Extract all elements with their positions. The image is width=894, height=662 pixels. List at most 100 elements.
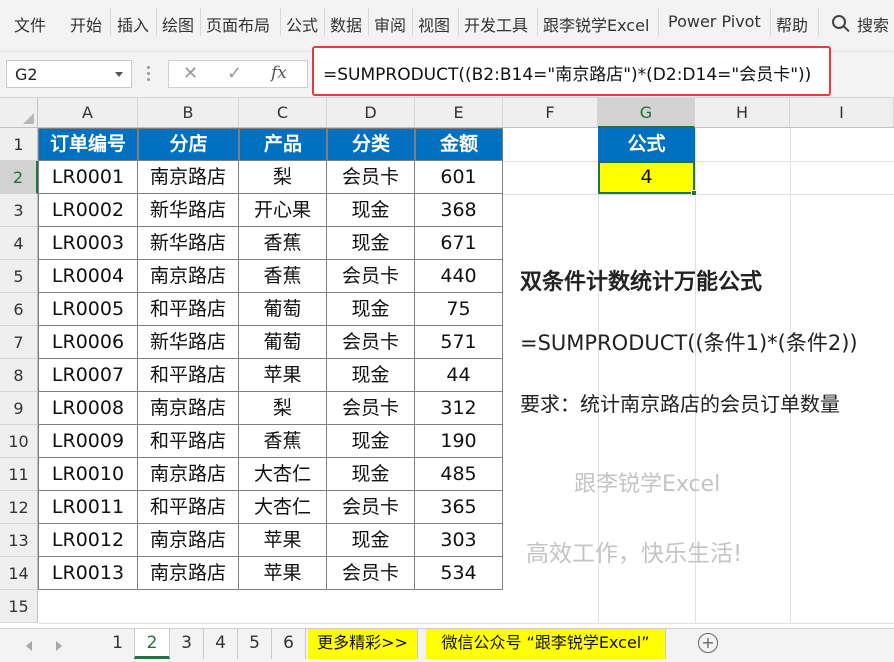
table-cell-order-id[interactable]: LR0013	[38, 557, 138, 590]
table-cell-category[interactable]: 现金	[327, 425, 415, 458]
table-cell-product[interactable]: 梨	[239, 392, 327, 425]
table-cell-product[interactable]: 大杏仁	[239, 458, 327, 491]
table-cell-order-id[interactable]: LR0006	[38, 326, 138, 359]
sheet-tab-1[interactable]: 1	[101, 629, 135, 659]
table-cell-amount[interactable]: 312	[415, 392, 503, 425]
tab-help[interactable]: 帮助	[776, 12, 808, 36]
result-cell[interactable]: 4	[598, 161, 697, 196]
table-cell-product[interactable]: 香蕉	[239, 260, 327, 293]
tab-home[interactable]: 开始	[70, 12, 102, 36]
select-all-button[interactable]	[0, 98, 38, 128]
table-cell-store[interactable]: 南京路店	[138, 557, 239, 590]
table-cell-store[interactable]: 新华路店	[138, 227, 239, 260]
tab-developer[interactable]: 开发工具	[464, 12, 528, 36]
row-header-9[interactable]: 9	[0, 392, 38, 425]
table-cell-store[interactable]: 和平路店	[138, 491, 239, 524]
check-icon[interactable]: ✓	[227, 63, 242, 84]
chevron-down-icon[interactable]	[115, 72, 123, 77]
table-cell-store[interactable]: 南京路店	[138, 161, 239, 194]
table-cell-store[interactable]: 和平路店	[138, 359, 239, 392]
insert-function-button[interactable]: fx	[271, 63, 287, 83]
table-cell-store[interactable]: 新华路店	[138, 326, 239, 359]
table-header-store[interactable]: 分店	[138, 128, 239, 161]
table-cell-category[interactable]: 现金	[327, 524, 415, 557]
table-cell-amount[interactable]: 365	[415, 491, 503, 524]
table-cell-order-id[interactable]: LR0005	[38, 293, 138, 326]
column-header-b[interactable]: B	[138, 98, 239, 128]
table-cell-order-id[interactable]: LR0009	[38, 425, 138, 458]
table-cell-category[interactable]: 会员卡	[327, 326, 415, 359]
tab-page-layout[interactable]: 页面布局	[206, 12, 270, 36]
table-cell-category[interactable]: 会员卡	[327, 557, 415, 590]
table-cell-store[interactable]: 南京路店	[138, 458, 239, 491]
table-cell-product[interactable]: 香蕉	[239, 227, 327, 260]
tab-draw[interactable]: 绘图	[162, 12, 194, 36]
table-cell-product[interactable]: 梨	[239, 161, 327, 194]
table-cell-product[interactable]: 苹果	[239, 557, 327, 590]
table-header-product[interactable]: 产品	[239, 128, 327, 161]
table-cell-product[interactable]: 开心果	[239, 194, 327, 227]
table-cell-amount[interactable]: 75	[415, 293, 503, 326]
table-cell-category[interactable]: 现金	[327, 359, 415, 392]
tab-view[interactable]: 视图	[418, 12, 450, 36]
table-header-amount[interactable]: 金额	[415, 128, 503, 161]
table-cell-category[interactable]: 会员卡	[327, 392, 415, 425]
table-cell-product[interactable]: 苹果	[239, 524, 327, 557]
table-cell-order-id[interactable]: LR0012	[38, 524, 138, 557]
row-header-7[interactable]: 7	[0, 326, 38, 359]
table-cell-amount[interactable]: 303	[415, 524, 503, 557]
tab-data[interactable]: 数据	[330, 12, 362, 36]
sheet-tab-wechat[interactable]: 微信公众号 “跟李锐学Excel”	[426, 629, 666, 659]
column-header-a[interactable]: A	[38, 98, 138, 128]
row-header-14[interactable]: 14	[0, 557, 38, 590]
table-cell-category[interactable]: 会员卡	[327, 491, 415, 524]
table-cell-amount[interactable]: 44	[415, 359, 503, 392]
search-icon[interactable]	[832, 15, 846, 29]
table-cell-amount[interactable]: 190	[415, 425, 503, 458]
table-cell-category[interactable]: 现金	[327, 194, 415, 227]
table-header-order-id[interactable]: 订单编号	[38, 128, 138, 161]
row-header-11[interactable]: 11	[0, 458, 38, 491]
table-cell-amount[interactable]: 368	[415, 194, 503, 227]
table-cell-order-id[interactable]: LR0004	[38, 260, 138, 293]
tab-insert[interactable]: 插入	[117, 12, 149, 36]
table-cell-amount[interactable]: 534	[415, 557, 503, 590]
close-icon[interactable]: ✕	[183, 63, 198, 84]
result-header[interactable]: 公式	[598, 128, 695, 161]
sheet-tab-more[interactable]: 更多精彩>>	[308, 629, 418, 659]
table-cell-category[interactable]: 现金	[327, 293, 415, 326]
table-cell-amount[interactable]: 485	[415, 458, 503, 491]
table-cell-product[interactable]: 香蕉	[239, 425, 327, 458]
table-cell-amount[interactable]: 440	[415, 260, 503, 293]
table-cell-order-id[interactable]: LR0001	[38, 161, 138, 194]
table-cell-product[interactable]: 葡萄	[239, 326, 327, 359]
tab-custom-excel[interactable]: 跟李锐学Excel	[543, 12, 649, 36]
table-cell-store[interactable]: 南京路店	[138, 392, 239, 425]
column-header-i[interactable]: I	[790, 98, 894, 128]
scroll-right-icon[interactable]	[56, 641, 62, 651]
table-cell-amount[interactable]: 571	[415, 326, 503, 359]
column-header-h[interactable]: H	[695, 98, 790, 128]
table-cell-order-id[interactable]: LR0007	[38, 359, 138, 392]
table-cell-order-id[interactable]: LR0010	[38, 458, 138, 491]
sheet-tab-5[interactable]: 5	[238, 629, 272, 659]
table-cell-category[interactable]: 现金	[327, 458, 415, 491]
table-cell-product[interactable]: 葡萄	[239, 293, 327, 326]
row-header-12[interactable]: 12	[0, 491, 38, 524]
table-cell-product[interactable]: 大杏仁	[239, 491, 327, 524]
row-header-10[interactable]: 10	[0, 425, 38, 458]
row-header-15[interactable]: 15	[0, 590, 38, 623]
table-cell-order-id[interactable]: LR0002	[38, 194, 138, 227]
table-cell-order-id[interactable]: LR0011	[38, 491, 138, 524]
table-cell-store[interactable]: 南京路店	[138, 524, 239, 557]
scroll-left-icon[interactable]	[26, 641, 32, 651]
row-header-13[interactable]: 13	[0, 524, 38, 557]
table-cell-store[interactable]: 新华路店	[138, 194, 239, 227]
column-header-d[interactable]: D	[327, 98, 415, 128]
name-box[interactable]: G2	[6, 60, 132, 88]
formula-input[interactable]: =SUMPRODUCT((B2:B14="南京路店")*(D2:D14="会员卡…	[312, 46, 831, 96]
row-header-1[interactable]: 1	[0, 128, 38, 161]
table-cell-order-id[interactable]: LR0003	[38, 227, 138, 260]
table-cell-category[interactable]: 现金	[327, 227, 415, 260]
tab-formulas[interactable]: 公式	[286, 12, 318, 36]
